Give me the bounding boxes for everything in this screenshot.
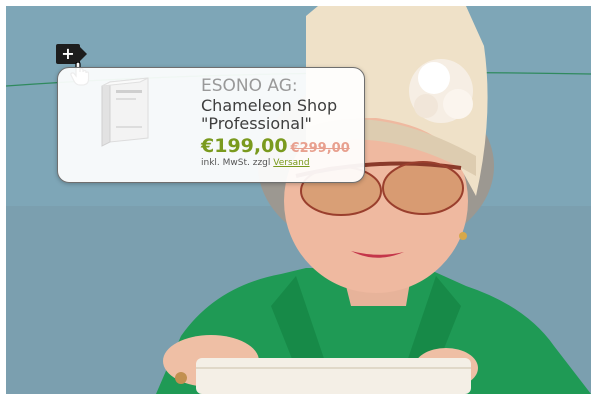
product-hotspot-button[interactable]: + xyxy=(56,44,87,64)
original-price: €299,00 xyxy=(290,141,350,156)
plus-icon: + xyxy=(61,44,75,63)
tax-note: inkl. MwSt. zzgl Versand xyxy=(201,157,310,169)
hero-photo xyxy=(6,6,591,394)
product-tooltip[interactable]: ESONO AG: Chameleon Shop "Professional" … xyxy=(57,67,365,183)
current-price: €199,00 xyxy=(201,135,288,157)
woman-photo-illustration xyxy=(6,6,591,394)
product-name: Chameleon Shop "Professional" xyxy=(201,96,338,133)
shipping-link[interactable]: Versand xyxy=(273,158,309,168)
product-box-thumbnail xyxy=(101,77,149,147)
vendor-name: ESONO AG: xyxy=(201,76,298,96)
tax-note-text: inkl. MwSt. zzgl xyxy=(201,158,271,168)
